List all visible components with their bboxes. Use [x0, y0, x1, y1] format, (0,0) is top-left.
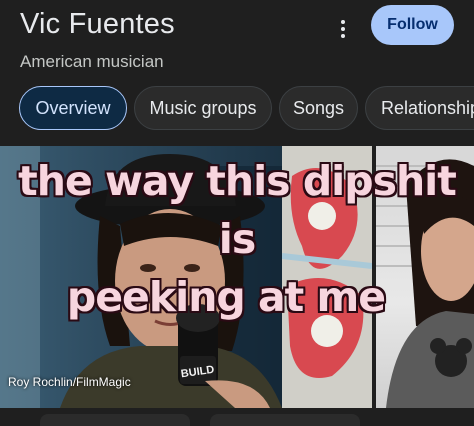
more-options-icon[interactable] [328, 14, 358, 44]
next-section-peek [0, 414, 474, 426]
meme-line-1: the way this dipshit is [18, 157, 457, 263]
next-card[interactable] [210, 414, 360, 426]
tab-songs[interactable]: Songs [279, 86, 358, 130]
more-dot [341, 27, 345, 31]
meme-line-2: peeking at me [66, 273, 386, 321]
follow-button[interactable]: Follow [371, 5, 454, 45]
knowledge-panel-header: Vic Fuentes American musician Follow [0, 0, 474, 80]
more-dot [341, 20, 345, 24]
photo-credit: Roy Rochlin/FilmMagic [8, 375, 131, 389]
entity-subtitle: American musician [20, 52, 164, 71]
tab-bar: Overview Music groups Songs Relationship… [0, 86, 474, 132]
meme-caption: the way this dipshit is peeking at me [0, 152, 474, 326]
entity-title: Vic Fuentes [20, 8, 175, 40]
tab-relationships[interactable]: Relationships [365, 86, 474, 130]
tab-music-groups[interactable]: Music groups [134, 86, 272, 130]
next-card[interactable] [40, 414, 190, 426]
tab-overview[interactable]: Overview [19, 86, 127, 130]
more-dot [341, 34, 345, 38]
image-gallery: BUILD Roy Rochlin/FilmMagic the way this… [0, 146, 474, 408]
